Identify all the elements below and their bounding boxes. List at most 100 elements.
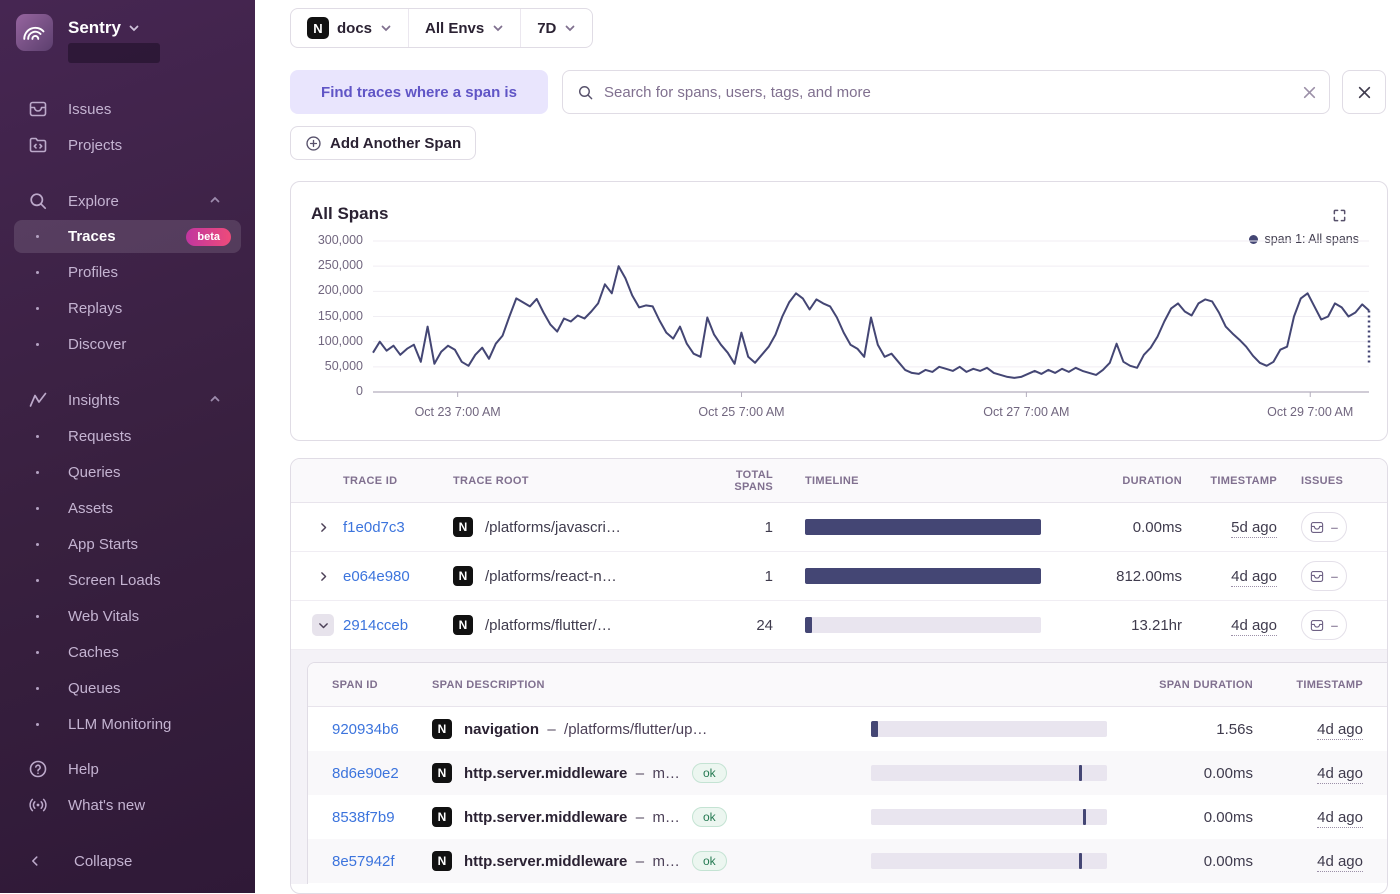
close-icon — [1302, 85, 1317, 100]
sidebar-item-requests[interactable]: Requests — [0, 418, 255, 454]
nextjs-project-icon: N — [453, 566, 473, 586]
span-timeline — [863, 765, 1127, 781]
sidebar-item-caches[interactable]: Caches — [0, 634, 255, 670]
issues-icon — [28, 99, 48, 119]
bullet-icon — [36, 723, 39, 726]
sidebar-item-queries[interactable]: Queries — [0, 454, 255, 490]
span-row: 8538f7b9 N http.server.middleware – m… o… — [308, 795, 1387, 839]
x-tick-label: Oct 25 7:00 AM — [672, 405, 812, 419]
sidebar-item-label: Profiles — [68, 264, 118, 281]
span-duration-value: 0.00ms — [1127, 853, 1277, 870]
sidebar-item-traces[interactable]: Traces beta — [14, 220, 241, 253]
trace-id-link[interactable]: 2914cceb — [343, 617, 408, 634]
span-id-link[interactable]: 920934b6 — [332, 721, 399, 738]
sidebar-item-insights[interactable]: Insights — [0, 382, 255, 418]
trace-root-label: /platforms/javascri… — [485, 519, 621, 536]
sidebar-item-projects[interactable]: Projects — [0, 127, 255, 163]
sidebar-item-replays[interactable]: Replays — [0, 290, 255, 326]
sidebar-item-explore[interactable]: Explore — [0, 183, 255, 219]
sidebar-item-app-starts[interactable]: App Starts — [0, 526, 255, 562]
bullet-icon — [36, 235, 39, 238]
span-id-link[interactable]: 8d6e90e2 — [332, 765, 399, 782]
nextjs-project-icon: N — [432, 851, 452, 871]
col-timeline: TIMELINE — [797, 475, 1061, 487]
sidebar-item-discover[interactable]: Discover — [0, 326, 255, 362]
issues-empty-value: – — [1331, 618, 1338, 633]
sidebar-item-label: Help — [68, 761, 99, 778]
sidebar: Sentry Issues Projects Explore Traces be… — [0, 0, 255, 893]
sentry-logo-icon[interactable] — [16, 14, 53, 51]
sidebar-item-what-s-new[interactable]: What's new — [0, 787, 255, 823]
sidebar-item-label: Web Vitals — [68, 608, 139, 625]
span-id-link[interactable]: 8538f7b9 — [332, 809, 395, 826]
org-dropdown[interactable]: Sentry — [68, 14, 160, 38]
sidebar-item-profiles[interactable]: Profiles — [0, 254, 255, 290]
sidebar-item-label: What's new — [68, 797, 145, 814]
nextjs-project-icon: N — [432, 719, 452, 739]
issues-button[interactable]: – — [1301, 561, 1347, 591]
sidebar-item-label: Replays — [68, 300, 122, 317]
sidebar-item-label: LLM Monitoring — [68, 716, 171, 733]
clear-search-button[interactable] — [1302, 85, 1317, 100]
search-input[interactable] — [604, 84, 1302, 101]
environment-selector[interactable]: All Envs — [408, 9, 520, 47]
expand-trace-button[interactable] — [303, 565, 343, 587]
issues-icon — [1310, 619, 1324, 632]
span-description-label: m… — [652, 765, 680, 782]
duration-value: 13.21hr — [1061, 617, 1206, 634]
sidebar-item-issues[interactable]: Issues — [0, 91, 255, 127]
y-tick-label: 250,000 — [291, 258, 363, 272]
col-span-duration: SPAN DURATION — [1127, 679, 1277, 691]
broadcast-icon — [28, 795, 48, 815]
sidebar-item-label: Traces — [68, 228, 116, 245]
x-tick-label: Oct 29 7:00 AM — [1240, 405, 1380, 419]
sidebar-item-queues[interactable]: Queues — [0, 670, 255, 706]
chevron-down-icon — [564, 22, 576, 34]
date-range-selector[interactable]: 7D — [520, 9, 592, 47]
spans-table-header: SPAN ID SPAN DESCRIPTION SPAN DURATION T… — [308, 663, 1387, 707]
issues-icon — [1310, 570, 1324, 583]
expand-trace-button[interactable] — [303, 516, 343, 538]
trace-timeline — [797, 568, 1061, 584]
span-id-link[interactable]: 8e57942f — [332, 853, 395, 870]
duration-value: 0.00ms — [1061, 519, 1206, 536]
total-spans-value: 1 — [707, 519, 797, 536]
expand-trace-button[interactable] — [303, 614, 343, 636]
project-selector[interactable]: N docs — [291, 9, 408, 47]
span-row: 8e57942f N http.server.middleware – m… o… — [308, 839, 1387, 883]
sidebar-item-label: App Starts — [68, 536, 138, 553]
nextjs-project-icon: N — [432, 763, 452, 783]
trace-id-link[interactable]: f1e0d7c3 — [343, 519, 405, 536]
col-trace-root: TRACE ROOT — [453, 475, 707, 487]
sidebar-item-label: Issues — [68, 101, 111, 118]
chevron-right-icon — [317, 521, 330, 534]
issues-button[interactable]: – — [1301, 512, 1347, 542]
all-spans-chart-panel: All Spans span 1: All spans 050,000100,0… — [290, 181, 1388, 441]
org-header: Sentry — [0, 0, 255, 63]
sidebar-item-label: Screen Loads — [68, 572, 161, 589]
sidebar-collapse-button[interactable]: Collapse — [0, 843, 255, 879]
sidebar-item-llm-monitoring[interactable]: LLM Monitoring — [0, 706, 255, 742]
remove-span-filter-button[interactable] — [1342, 70, 1386, 114]
issues-button[interactable]: – — [1301, 610, 1347, 640]
collapse-label: Collapse — [74, 853, 132, 870]
timestamp-value: 4d ago — [1231, 617, 1277, 636]
sidebar-item-assets[interactable]: Assets — [0, 490, 255, 526]
sidebar-item-web-vitals[interactable]: Web Vitals — [0, 598, 255, 634]
y-tick-label: 100,000 — [291, 334, 363, 348]
status-badge: ok — [692, 851, 727, 871]
bullet-icon — [36, 615, 39, 618]
add-another-span-button[interactable]: Add Another Span — [290, 126, 476, 160]
bullet-icon — [36, 271, 39, 274]
help-icon — [28, 759, 48, 779]
trace-id-link[interactable]: e064e980 — [343, 568, 410, 585]
y-tick-label: 200,000 — [291, 283, 363, 297]
chevron-right-icon — [317, 570, 330, 583]
chart-title: All Spans — [311, 204, 388, 224]
x-tick-label: Oct 27 7:00 AM — [956, 405, 1096, 419]
fullscreen-icon[interactable] — [1332, 208, 1347, 228]
sidebar-item-screen-loads[interactable]: Screen Loads — [0, 562, 255, 598]
sidebar-item-help[interactable]: Help — [0, 751, 255, 787]
sidebar-item-label: Assets — [68, 500, 113, 517]
bullet-icon — [36, 307, 39, 310]
